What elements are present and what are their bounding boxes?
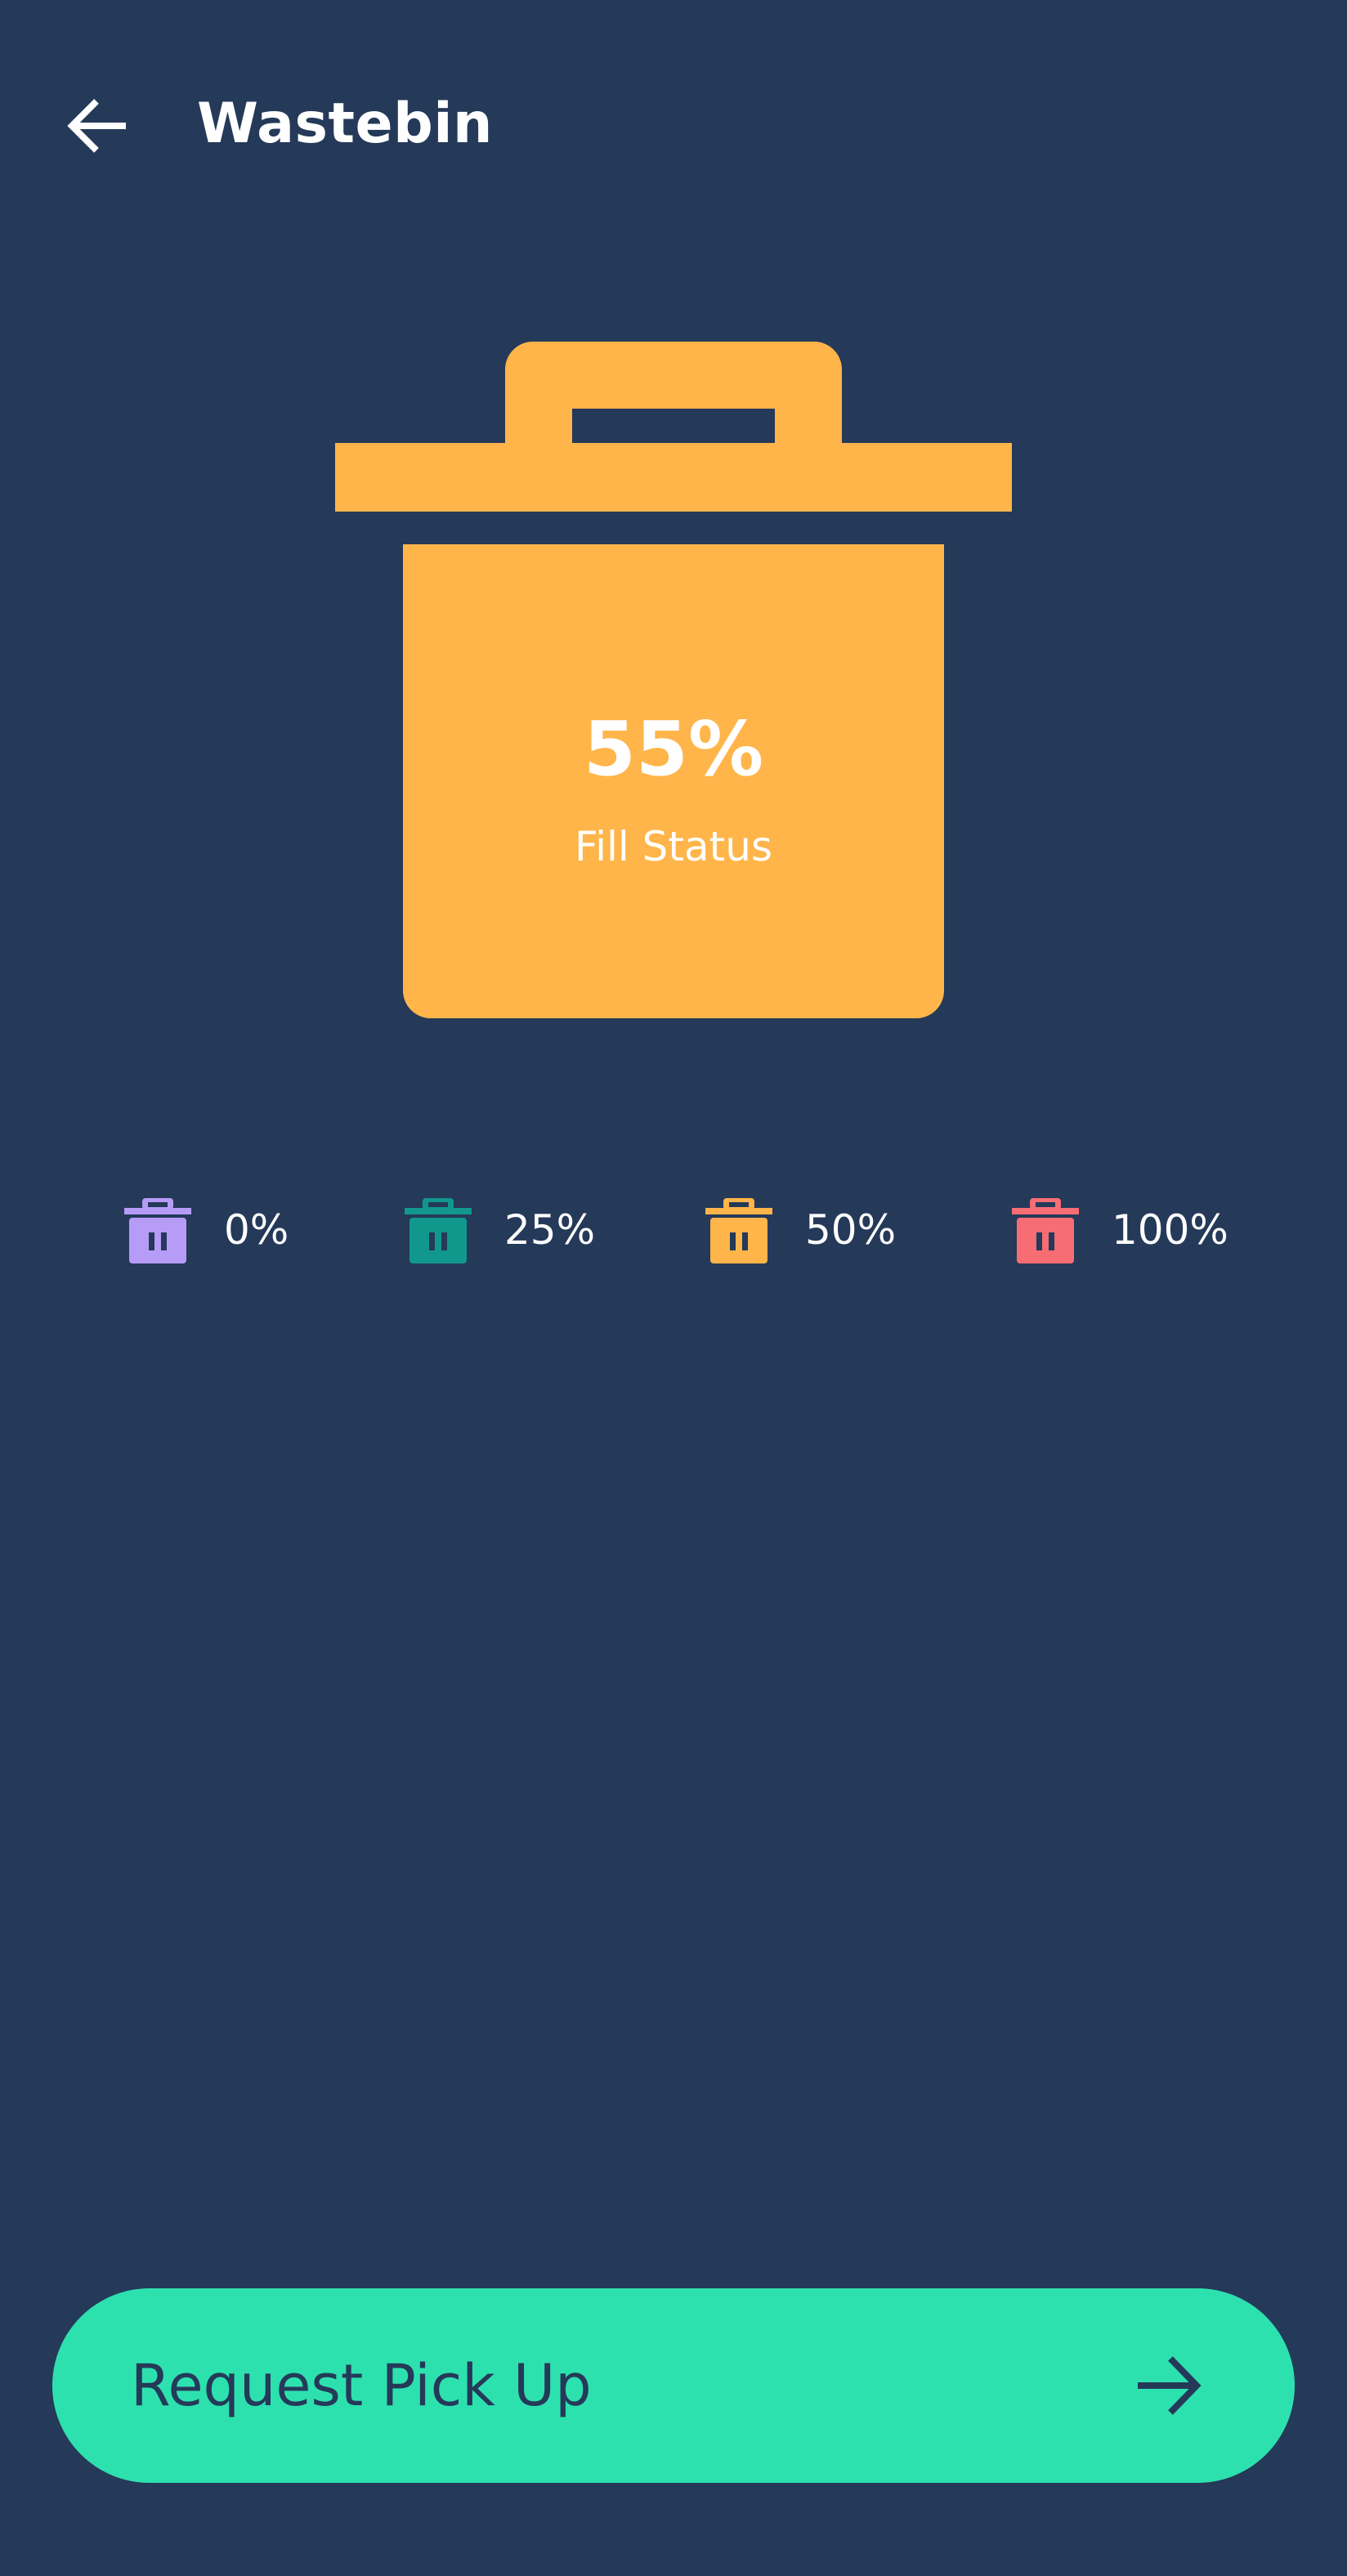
arrow-left-icon — [67, 99, 126, 153]
legend-item-full: 100% — [1012, 1192, 1228, 1268]
trash-bin-icon — [1012, 1198, 1079, 1263]
bin-body: 55% Fill Status — [403, 544, 944, 1018]
wastebin-graphic: 55% Fill Status — [335, 342, 1012, 1018]
page-title: Wastebin — [197, 92, 493, 156]
legend-label: 0% — [224, 1206, 289, 1254]
back-button[interactable] — [59, 87, 137, 165]
bin-handle-hole — [572, 409, 775, 445]
fill-legend: 0% 25% 50% 100% — [0, 1192, 1347, 1268]
legend-label: 25% — [504, 1206, 596, 1254]
trash-bin-icon — [124, 1198, 191, 1263]
trash-bin-icon — [405, 1198, 472, 1263]
request-pickup-button[interactable]: Request Pick Up — [52, 2288, 1295, 2483]
legend-item-quarter: 25% — [405, 1192, 595, 1268]
legend-item-empty: 0% — [124, 1192, 289, 1268]
fill-percentage: 55% — [583, 705, 764, 793]
legend-item-half: 50% — [705, 1192, 896, 1268]
trash-bin-icon — [705, 1198, 772, 1263]
request-pickup-label: Request Pick Up — [131, 2352, 592, 2419]
legend-label: 50% — [805, 1206, 897, 1254]
arrow-right-icon — [1138, 2356, 1202, 2415]
bin-lid — [335, 443, 1012, 512]
fill-status-label: Fill Status — [574, 823, 773, 870]
legend-label: 100% — [1112, 1206, 1228, 1254]
app-header: Wastebin — [0, 0, 1347, 245]
